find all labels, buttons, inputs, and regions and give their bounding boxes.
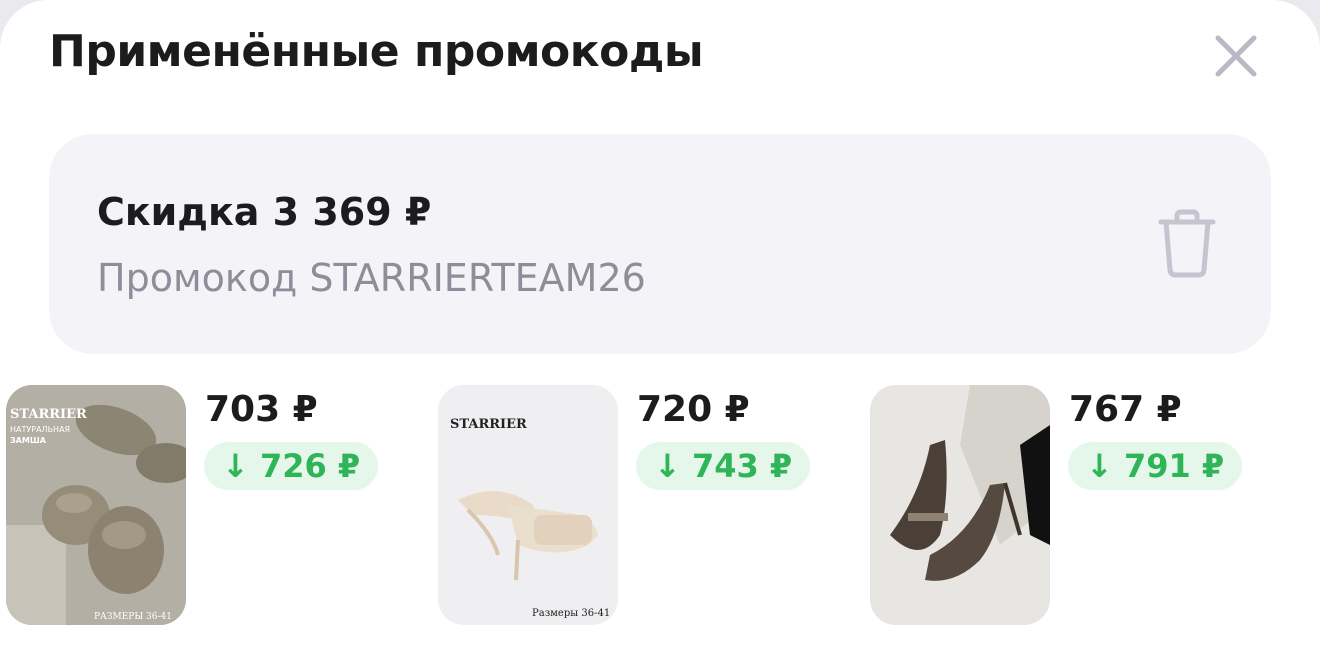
product-price: 720 ₽ [637, 389, 750, 430]
image-text: НАТУРАЛЬНАЯ [10, 425, 70, 434]
promo-sheet: Применённые промокоды Скидка 3 369 ₽ Про… [0, 0, 1320, 672]
sheet-title: Применённые промокоды [49, 26, 704, 77]
promo-card: Скидка 3 369 ₽ Промокод STARRIERTEAM26 [49, 134, 1271, 354]
close-button[interactable] [1208, 28, 1264, 84]
image-text: РАЗМЕРЫ 36-41 [94, 612, 172, 622]
close-icon [1215, 35, 1257, 77]
product-image[interactable]: STARRIER Размеры 36-41 [438, 385, 618, 625]
image-text: ЗАМША [10, 436, 47, 445]
product-image[interactable] [870, 385, 1050, 625]
product-image[interactable]: STARRIER НАТУРАЛЬНАЯ ЗАМША РАЗМЕРЫ 36-41 [6, 385, 186, 625]
product-price: 703 ₽ [205, 389, 318, 430]
product-price: 767 ₽ [1069, 389, 1182, 430]
image-text: STARRIER [10, 407, 87, 422]
image-text: Размеры 36-41 [532, 608, 610, 619]
old-price-badge: ↓ 726 ₽ [204, 442, 379, 490]
promo-discount: Скидка 3 369 ₽ [97, 190, 432, 234]
delete-promo-button[interactable] [1153, 208, 1221, 280]
old-price-badge: ↓ 791 ₽ [1068, 442, 1243, 490]
image-text: STARRIER [450, 417, 527, 432]
promo-code: Промокод STARRIERTEAM26 [97, 256, 646, 300]
old-price-badge: ↓ 743 ₽ [636, 442, 811, 490]
trash-icon [1158, 209, 1216, 278]
